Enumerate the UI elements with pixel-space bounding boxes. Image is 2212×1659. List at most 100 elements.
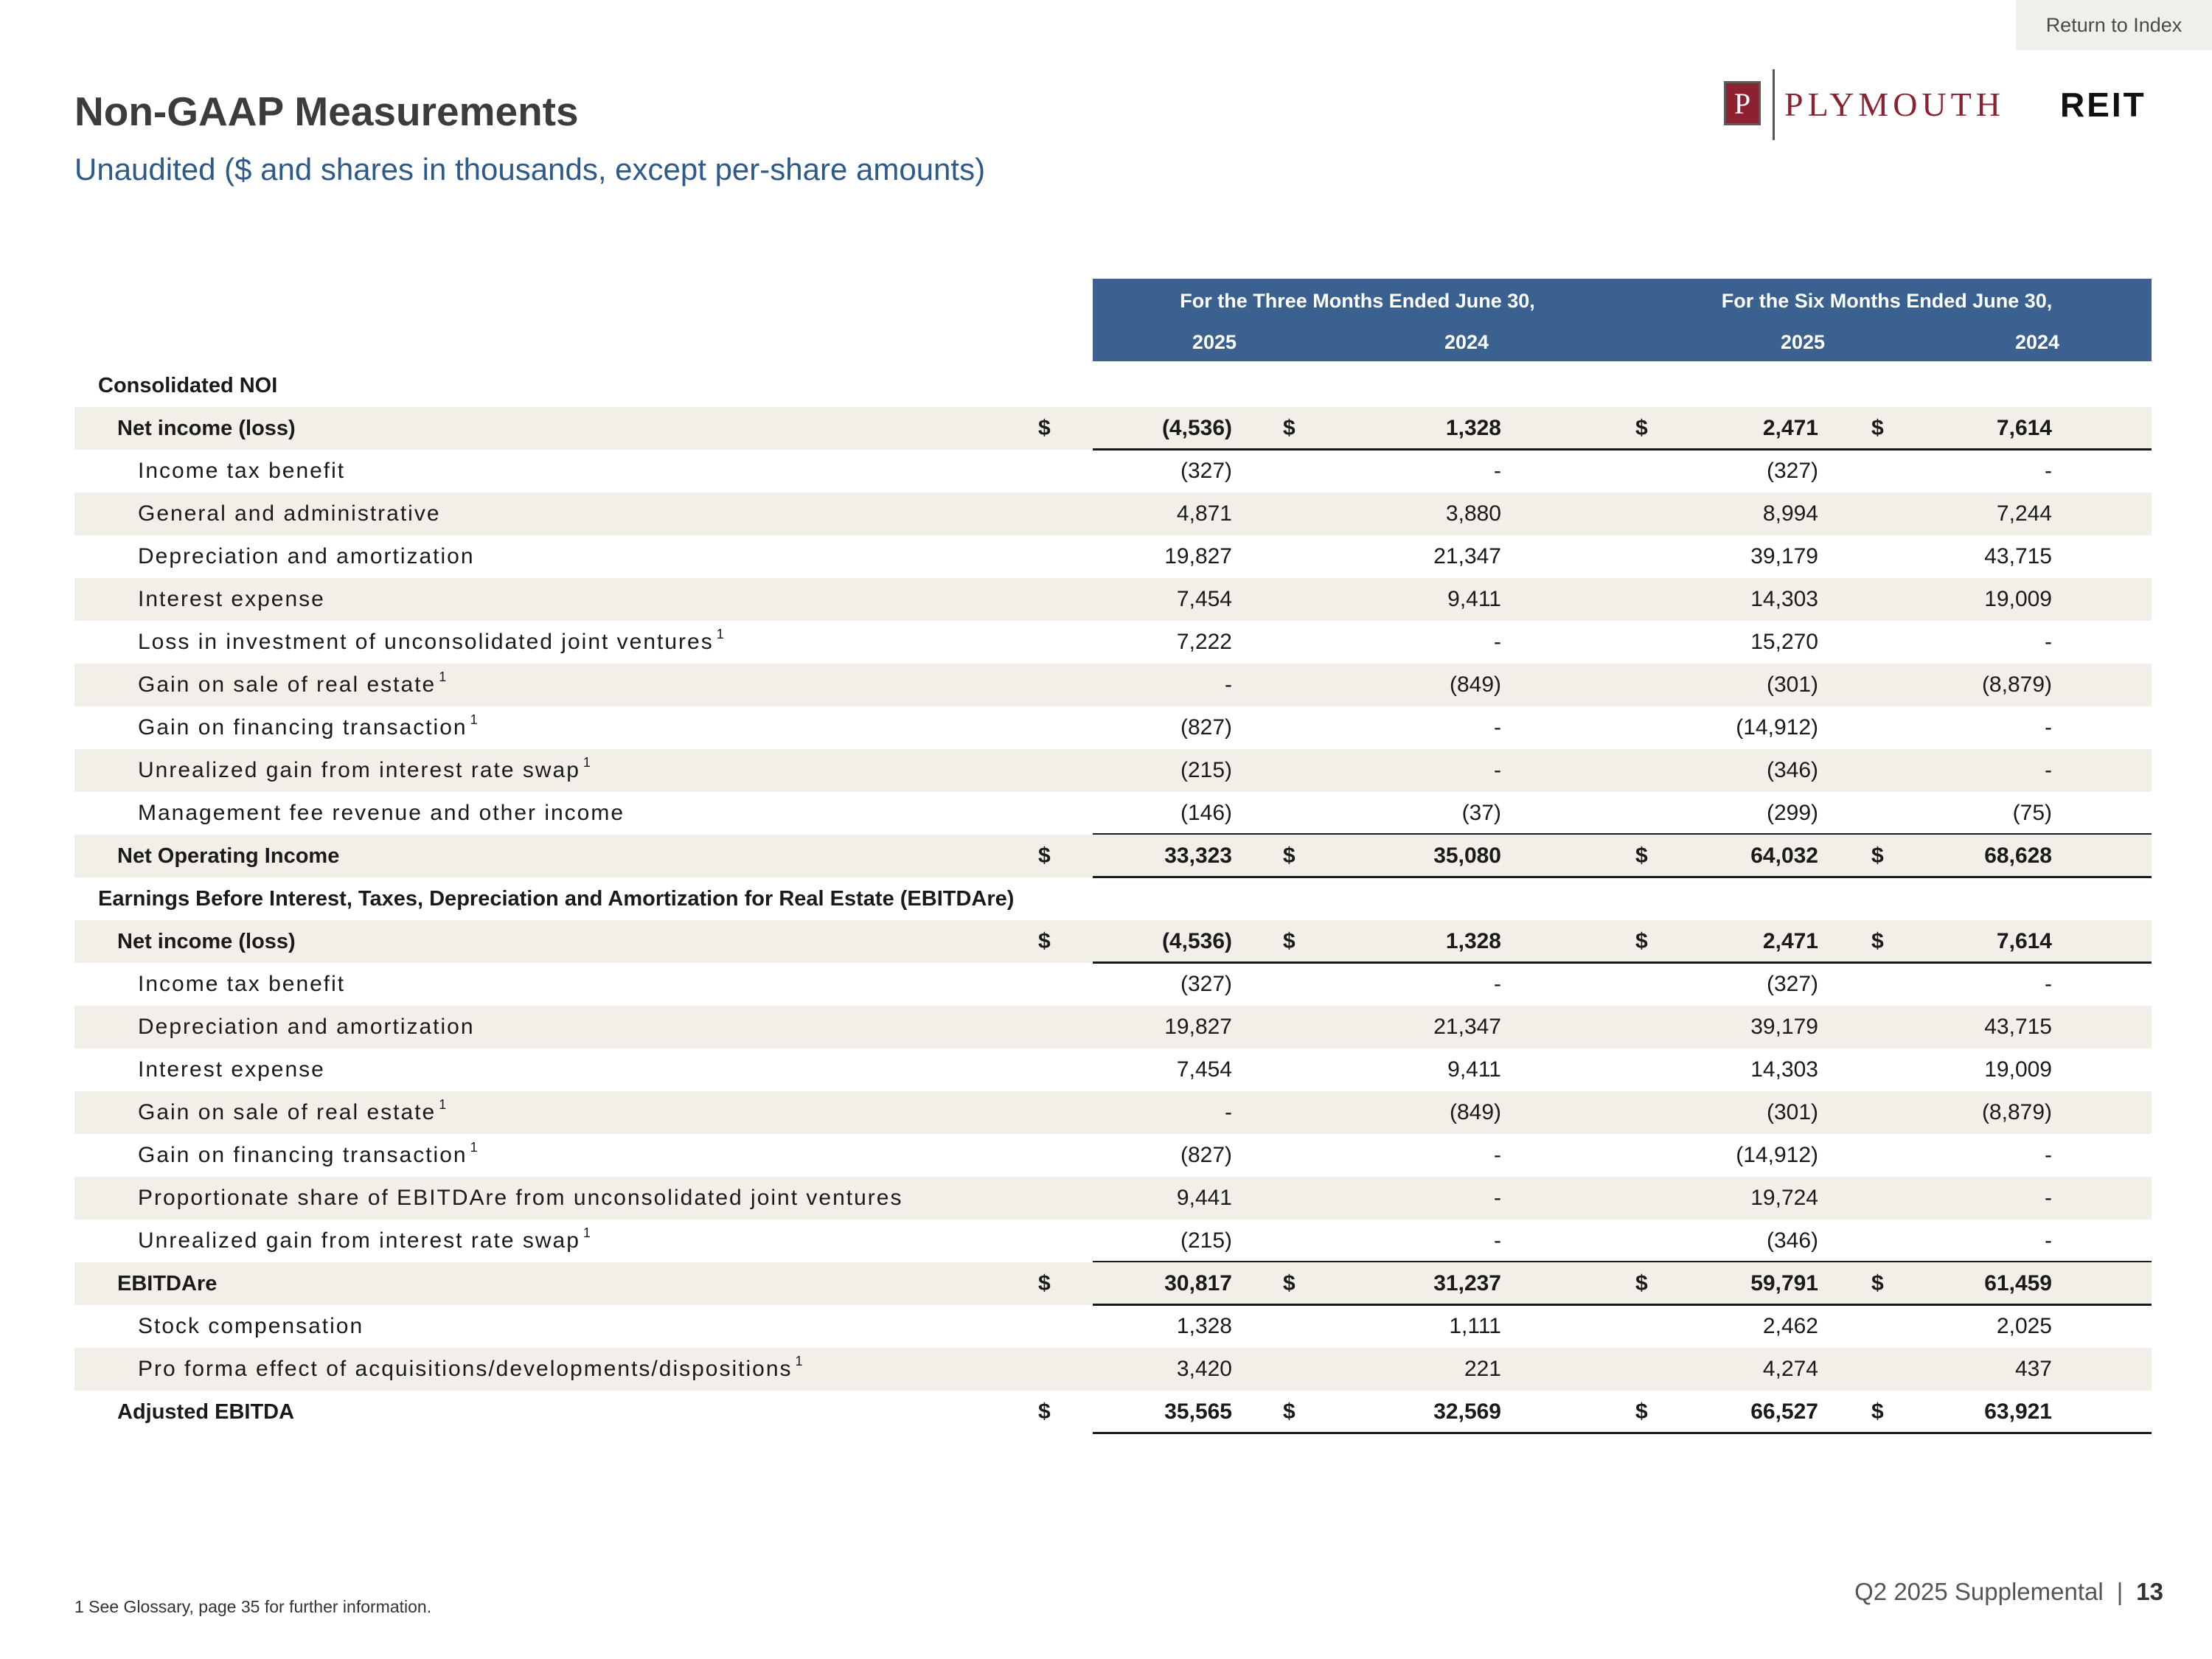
row-label: Gain on sale of real estate 1 bbox=[138, 664, 446, 706]
value-cell: (215) bbox=[1180, 758, 1232, 782]
header-year: 2025 bbox=[1192, 331, 1237, 353]
row-label: Unrealized gain from interest rate swap 1 bbox=[138, 749, 591, 792]
return-to-index-button[interactable]: Return to Index bbox=[2016, 0, 2212, 50]
value-cell: 4,274 bbox=[1762, 1357, 1818, 1381]
value-cell: 437 bbox=[2014, 1357, 2052, 1381]
table-row: EBITDAre $30,817 $31,237 $59,791 $61,459 bbox=[74, 1262, 2152, 1305]
table-row: Net income (loss) $ (4,536) $1,328 $2,471 $7,… bbox=[74, 920, 2152, 963]
row-label: Pro forma effect of acquisitions/develop… bbox=[138, 1348, 803, 1391]
value-cell: - bbox=[2045, 1143, 2052, 1167]
value-cell: (8,879) bbox=[1981, 1100, 2052, 1124]
value-cell: - bbox=[2045, 972, 2052, 996]
value-cell: 43,715 bbox=[1984, 1015, 2052, 1039]
section-header-row: Consolidated NOI bbox=[74, 364, 2152, 407]
table-row: Stock compensation 1,328 1,111 2,462 2,025 bbox=[74, 1305, 2152, 1348]
page-footer: Q2 2025 Supplemental | 13 bbox=[1854, 1578, 2163, 1606]
row-label: Loss in investment of unconsolidated joi… bbox=[138, 621, 724, 664]
header-three-months: For the Three Months Ended June 30, bbox=[1180, 290, 1535, 312]
table-row: Adjusted EBITDA $35,565 $32,569 $66,527 $63,… bbox=[74, 1391, 2152, 1433]
footnote-marker: 1 bbox=[470, 712, 478, 727]
table-row: Depreciation and amortization 19,827 21,34… bbox=[74, 1006, 2152, 1048]
value-cell: 66,527 bbox=[1750, 1399, 1818, 1424]
row-label-text: Gain on financing transaction bbox=[138, 1143, 467, 1167]
total-rule bbox=[1093, 1432, 2152, 1434]
table-row: Income tax benefit (327) - (327) - bbox=[74, 963, 2152, 1006]
value-cell: - bbox=[1494, 630, 1501, 654]
row-label: Adjusted EBITDA bbox=[117, 1391, 294, 1433]
row-label: General and administrative bbox=[138, 493, 441, 535]
value-cell: - bbox=[1494, 972, 1501, 996]
value-cell: 39,179 bbox=[1750, 544, 1818, 568]
table-row: Proportionate share of EBITDAre from unc… bbox=[74, 1177, 2152, 1220]
value-cell: - bbox=[1494, 758, 1501, 782]
value-cell: 33,323 bbox=[1164, 844, 1232, 868]
table-row: Interest expense 7,454 9,411 14,303 19,009 bbox=[74, 1048, 2152, 1091]
table-row: Gain on sale of real estate 1 - (849) (301) (… bbox=[74, 1091, 2152, 1134]
table-row: Unrealized gain from interest rate swap 1… bbox=[74, 749, 2152, 792]
value-cell: 7,244 bbox=[1996, 501, 2052, 526]
footnote-marker: 1 bbox=[470, 1140, 478, 1155]
value-cell: - bbox=[2045, 1228, 2052, 1253]
value-cell: - bbox=[1494, 1228, 1501, 1253]
row-label-text: Net income (loss) bbox=[117, 930, 296, 953]
currency-symbol: $ bbox=[1283, 929, 1295, 953]
footnote-marker: 1 bbox=[439, 1097, 447, 1112]
value-cell: - bbox=[2045, 630, 2052, 654]
row-label: Unrealized gain from interest rate swap 1 bbox=[138, 1220, 591, 1262]
currency-symbol: $ bbox=[1283, 416, 1295, 440]
row-label: Stock compensation bbox=[138, 1305, 364, 1348]
table-row: Net income (loss) $ (4,536) $1,328 $2,471 $7,… bbox=[74, 407, 2152, 450]
page-title: Non-GAAP Measurements bbox=[74, 88, 579, 134]
value-cell: 7,614 bbox=[1996, 929, 2052, 953]
value-cell: 9,411 bbox=[1447, 1057, 1501, 1082]
value-cell: 3,420 bbox=[1176, 1357, 1232, 1381]
row-label: Gain on financing transaction 1 bbox=[138, 706, 478, 749]
row-label: Gain on financing transaction 1 bbox=[138, 1134, 478, 1177]
row-label-text: EBITDAre bbox=[117, 1272, 218, 1295]
table-row: Depreciation and amortization 19,827 21,34… bbox=[74, 535, 2152, 578]
value-cell: 7,222 bbox=[1176, 630, 1232, 654]
value-cell: 1,111 bbox=[1449, 1314, 1501, 1338]
table-row: Income tax benefit (327) - (327) - bbox=[74, 450, 2152, 493]
value-cell: 61,459 bbox=[1984, 1271, 2052, 1295]
value-cell: 63,921 bbox=[1984, 1399, 2052, 1424]
value-cell: - bbox=[1494, 715, 1501, 740]
value-cell: (4,536) bbox=[1161, 929, 1232, 953]
table-row: Management fee revenue and other income (… bbox=[74, 792, 2152, 835]
value-cell: (4,536) bbox=[1161, 416, 1232, 440]
footnote-marker: 1 bbox=[582, 1225, 591, 1240]
logo-wordmark: PLYMOUTH bbox=[1784, 86, 2005, 123]
table-row: Pro forma effect of acquisitions/develop… bbox=[74, 1348, 2152, 1391]
value-cell: (215) bbox=[1180, 1228, 1232, 1253]
value-cell: 14,303 bbox=[1750, 1057, 1818, 1082]
row-label: Depreciation and amortization bbox=[138, 535, 475, 578]
row-label: Gain on sale of real estate 1 bbox=[138, 1091, 446, 1134]
value-cell: 2,471 bbox=[1762, 929, 1818, 953]
row-label-text: Depreciation and amortization bbox=[138, 1015, 475, 1039]
table-row: Unrealized gain from interest rate swap 1… bbox=[74, 1220, 2152, 1262]
table-row: Gain on sale of real estate 1 - (849) (301) (… bbox=[74, 664, 2152, 706]
value-cell: 21,347 bbox=[1433, 544, 1501, 568]
page-subtitle: Unaudited ($ and shares in thousands, ex… bbox=[74, 152, 986, 187]
value-cell: 64,032 bbox=[1750, 844, 1818, 868]
row-label: Management fee revenue and other income bbox=[138, 792, 625, 835]
logo-suffix: REIT bbox=[2060, 86, 2146, 124]
value-cell: (327) bbox=[1766, 972, 1818, 996]
value-cell: 9,411 bbox=[1447, 587, 1501, 611]
value-cell: (75) bbox=[2012, 801, 2052, 825]
value-cell: - bbox=[2045, 758, 2052, 782]
header-six-months: For the Six Months Ended June 30, bbox=[1721, 290, 2053, 312]
row-label-text: Loss in investment of unconsolidated joi… bbox=[138, 630, 714, 654]
header-year: 2025 bbox=[1780, 331, 1826, 353]
value-cell: - bbox=[2045, 715, 2052, 740]
row-label-text: Proportionate share of EBITDAre from unc… bbox=[138, 1186, 903, 1210]
value-cell: 19,827 bbox=[1164, 1015, 1232, 1039]
row-label: Net income (loss) bbox=[117, 407, 296, 450]
page-number: 13 bbox=[2136, 1578, 2163, 1605]
row-label: Net Operating Income bbox=[117, 835, 339, 877]
value-cell: 7,614 bbox=[1996, 416, 2052, 440]
value-cell: 3,880 bbox=[1445, 501, 1501, 526]
footnote-marker: 1 bbox=[716, 627, 724, 641]
value-cell: (849) bbox=[1449, 1100, 1501, 1124]
footnote-marker: 1 bbox=[439, 669, 447, 684]
